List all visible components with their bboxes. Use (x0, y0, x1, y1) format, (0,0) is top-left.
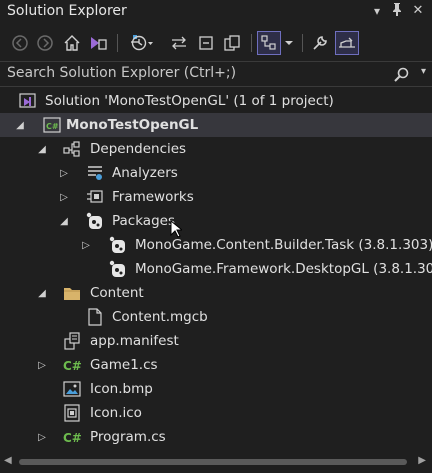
tree-item-label: Packages (112, 213, 175, 229)
back-icon[interactable] (8, 31, 32, 55)
collapse-arrow-icon[interactable]: ▷ (35, 430, 49, 444)
tree-item-file[interactable]: Icon.bmp (0, 377, 432, 401)
tree-item-label: Icon.ico (90, 405, 142, 421)
forward-icon[interactable] (33, 31, 57, 55)
show-all-files-icon[interactable] (220, 31, 244, 55)
expand-arrow-icon[interactable]: ◢ (35, 142, 49, 156)
title-bar: Solution Explorer ▾ ✕ (0, 0, 432, 24)
nuget-icon (109, 260, 127, 278)
tree-item-label: MonoGame.Framework.DesktopGL (3.8.1.303) (135, 261, 432, 277)
tree-item-label: Solution 'MonoTestOpenGL' (1 of 1 projec… (45, 93, 334, 109)
horizontal-scrollbar[interactable]: ◀ ▶ (0, 451, 432, 473)
dependencies-icon (63, 140, 81, 158)
tree-item-label: Content (90, 285, 144, 301)
tree-item-file[interactable]: ▷ C# Program.cs (0, 425, 432, 449)
csharp-file-icon: C# (63, 356, 81, 374)
expand-arrow-icon[interactable]: ◢ (35, 286, 49, 300)
tree-item-file[interactable]: ▷ C# Game1.cs (0, 353, 432, 377)
nuget-icon (109, 236, 127, 254)
switch-views-icon[interactable] (86, 31, 110, 55)
collapse-arrow-icon[interactable]: ▷ (57, 190, 71, 204)
tree-item-label: Game1.cs (90, 357, 158, 373)
tree-item-label: Frameworks (112, 189, 194, 205)
collapse-arrow-icon[interactable]: ▷ (35, 358, 49, 372)
tree-item-solution[interactable]: Solution 'MonoTestOpenGL' (1 of 1 projec… (0, 89, 432, 113)
tree-item-label: Analyzers (112, 165, 178, 181)
folder-icon (63, 284, 81, 302)
expand-arrow-icon[interactable]: ◢ (57, 214, 71, 228)
tree-item-analyzers[interactable]: ▷ Analyzers (0, 161, 432, 185)
tree-item-file[interactable]: app.manifest (0, 329, 432, 353)
home-icon[interactable] (60, 31, 84, 55)
search-box[interactable]: Search Solution Explorer (Ctrl+;) ▾ (0, 61, 432, 87)
tree-item-label: MonoTestOpenGL (66, 117, 199, 133)
analyzer-icon (86, 164, 104, 182)
search-input[interactable]: Search Solution Explorer (Ctrl+;) (7, 65, 236, 81)
file-icon (86, 308, 104, 326)
scroll-right-icon[interactable]: ▶ (418, 455, 426, 466)
tree-item-file[interactable]: Content.mgcb (0, 305, 432, 329)
manifest-icon (63, 332, 81, 350)
pin-icon[interactable] (389, 2, 405, 20)
svg-text:C#: C# (63, 359, 81, 373)
framework-icon (86, 188, 104, 206)
tree-item-label: app.manifest (90, 333, 179, 349)
solution-icon (19, 92, 37, 110)
tree-item-content-folder[interactable]: ◢ Content (0, 281, 432, 305)
toggle-sidebar-icon[interactable] (335, 31, 359, 55)
svg-text:C#: C# (63, 431, 81, 445)
search-icon[interactable] (392, 66, 410, 88)
toolbar-separator (251, 34, 252, 52)
tree-item-label: Program.cs (90, 429, 166, 445)
collapse-all-icon[interactable] (194, 31, 218, 55)
toolbar-separator (117, 34, 118, 52)
collapse-arrow-icon[interactable]: ▷ (79, 238, 93, 252)
chevron-down-icon[interactable] (282, 31, 296, 55)
preview-selected-items-icon[interactable] (257, 31, 281, 55)
search-options-dropdown-icon[interactable]: ▾ (421, 66, 426, 77)
tree-item-label: Dependencies (90, 141, 187, 157)
tree-item-packages[interactable]: ◢ Packages (0, 209, 432, 233)
tree-item-label: Icon.bmp (90, 381, 153, 397)
scroll-left-icon[interactable]: ◀ (4, 455, 12, 466)
image-icon (63, 380, 81, 398)
ico-file-icon (63, 404, 81, 422)
collapse-arrow-icon[interactable]: ▷ (57, 166, 71, 180)
close-icon[interactable]: ✕ (410, 2, 426, 20)
tree-item-file[interactable]: Icon.ico (0, 401, 432, 425)
nuget-icon (86, 212, 104, 230)
history-icon[interactable] (130, 31, 154, 55)
tree-item-label: Content.mgcb (112, 309, 208, 325)
tree-item-dependencies[interactable]: ◢ Dependencies (0, 137, 432, 161)
csharp-file-icon: C# (63, 428, 81, 446)
window-position-dropdown-icon[interactable]: ▾ (369, 2, 385, 20)
expand-arrow-icon[interactable]: ◢ (13, 118, 27, 132)
properties-icon[interactable] (308, 31, 332, 55)
toolbar-separator (302, 34, 303, 52)
sync-icon[interactable] (167, 31, 191, 55)
mouse-cursor-icon (170, 219, 184, 242)
tree-item-package[interactable]: MonoGame.Framework.DesktopGL (3.8.1.303) (0, 257, 432, 281)
tree-item-frameworks[interactable]: ▷ Frameworks (0, 185, 432, 209)
scrollbar-thumb[interactable] (19, 459, 407, 465)
tree-item-project[interactable]: ◢ C# MonoTestOpenGL (0, 113, 432, 137)
tree-item-package[interactable]: ▷ MonoGame.Content.Builder.Task (3.8.1.3… (0, 233, 432, 257)
csharp-project-icon: C# (43, 116, 61, 134)
svg-text:C#: C# (46, 122, 59, 131)
toolbar (0, 26, 432, 60)
panel-title: Solution Explorer (7, 3, 127, 19)
